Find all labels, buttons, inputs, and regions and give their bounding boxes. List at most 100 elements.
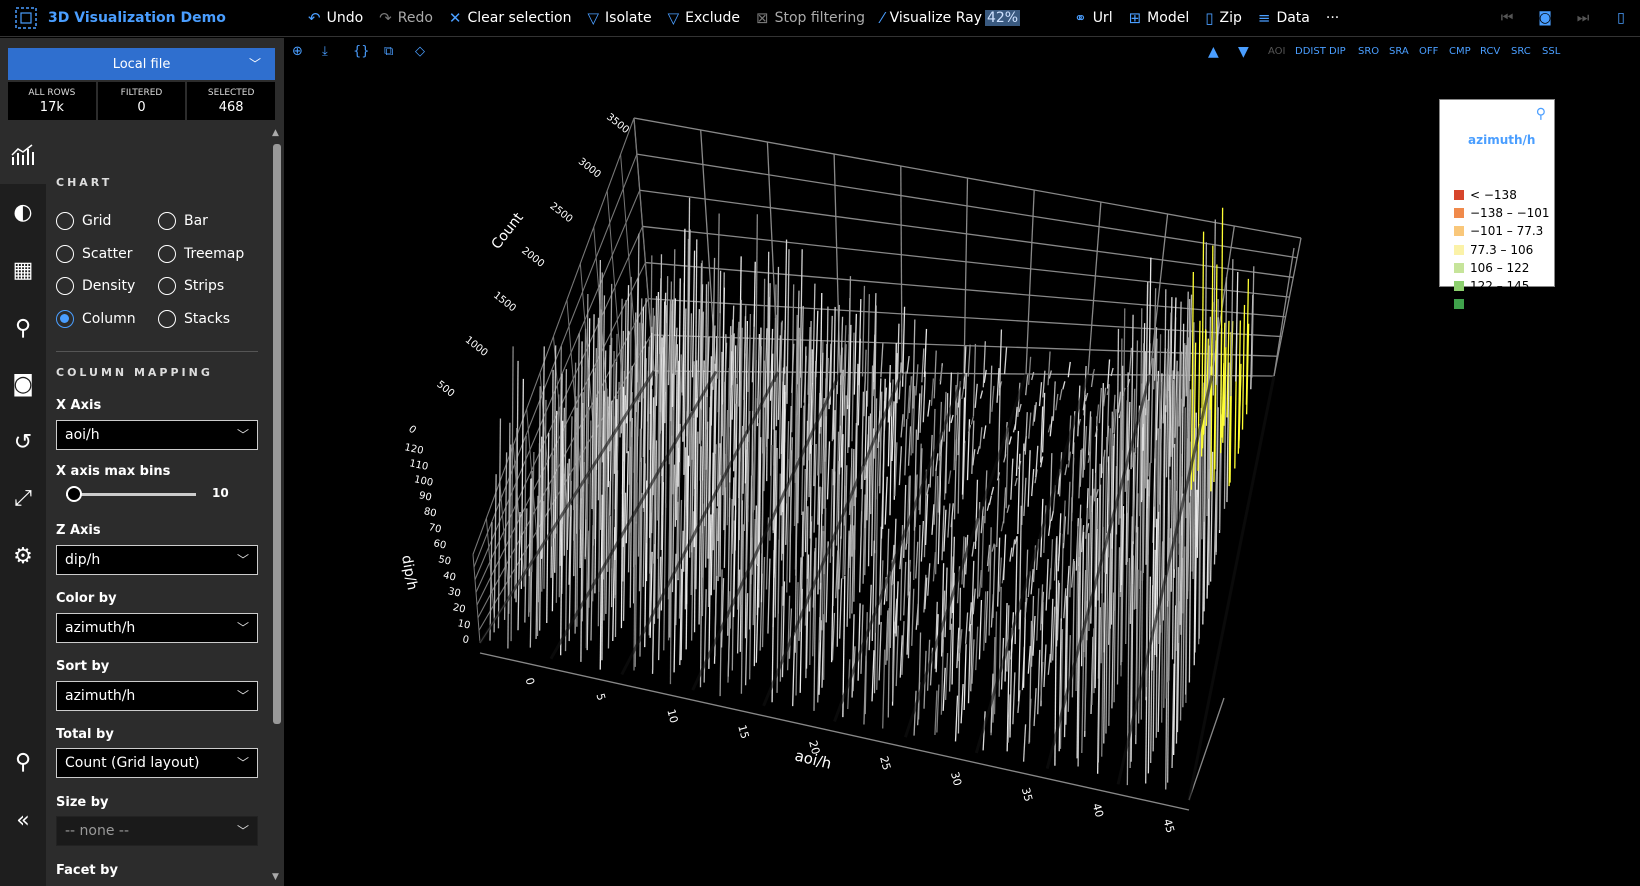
color-by-select[interactable]: azimuth/h ﹀: [56, 613, 258, 643]
visualize-ray-button[interactable]: ⁄ Visualize Ray 42%: [873, 0, 1028, 36]
data-column: [868, 584, 872, 651]
zip-button[interactable]: ▯ Zip: [1197, 0, 1250, 36]
more-button[interactable]: ···: [1318, 0, 1347, 36]
data-column: [907, 426, 912, 466]
dip-tick-label: 40: [442, 570, 457, 583]
view-mode-rcv[interactable]: RCV: [1480, 46, 1500, 57]
data-column: [1047, 653, 1051, 675]
z-axis-select[interactable]: dip/h ﹀: [56, 545, 258, 575]
chevron-down-icon: ﹀: [236, 824, 249, 838]
count-tick-label: 0: [406, 424, 418, 437]
data-column: [976, 445, 981, 455]
data-source-select[interactable]: Local file ﹀: [8, 48, 275, 80]
view-mode-sra[interactable]: SRA: [1389, 46, 1409, 57]
scrollbar-thumb[interactable]: [273, 144, 281, 724]
view-mode-src[interactable]: SRC: [1511, 46, 1531, 57]
chevron-down-icon: ﹀: [236, 621, 249, 635]
clear-selection-button[interactable]: ✕ Clear selection: [441, 0, 580, 36]
data-column: [1002, 487, 1007, 524]
connector-icon[interactable]: ⤢: [9, 484, 37, 512]
skip-back-icon[interactable]: ⏮: [1498, 10, 1516, 26]
pin-icon[interactable]: ⚲: [9, 748, 37, 776]
scroll-down-icon[interactable]: ▼: [272, 872, 279, 882]
view-mode-ssl[interactable]: SSL: [1542, 46, 1560, 57]
settings-scrollbar[interactable]: ▲ ▼: [270, 126, 284, 886]
undo-button[interactable]: ↶ Undo: [300, 0, 371, 36]
data-column: [1043, 644, 1047, 688]
size-by-value: -- none --: [65, 823, 130, 839]
sort-by-select[interactable]: azimuth/h ﹀: [56, 681, 258, 711]
x-bins-slider-track[interactable]: [66, 493, 196, 496]
x-bins-value: 10: [212, 486, 229, 500]
braces-icon[interactable]: {}: [353, 44, 370, 59]
skip-forward-icon[interactable]: ⏭: [1574, 10, 1592, 26]
chart-icon[interactable]: [0, 126, 46, 184]
data-column: [1022, 724, 1027, 762]
size-by-label: Size by: [56, 795, 109, 810]
column-mapping-title: COLUMN MAPPING: [56, 366, 213, 379]
gear-icon[interactable]: ⚙: [9, 542, 37, 570]
document-icon[interactable]: ▯: [1612, 10, 1630, 26]
model-button[interactable]: ⊞ Model: [1121, 0, 1198, 36]
stop-filtering-button[interactable]: ⊠ Stop filtering: [748, 0, 873, 36]
view-mode-cmp[interactable]: CMP: [1449, 46, 1471, 57]
data-label: Data: [1276, 10, 1310, 26]
chart-scene[interactable]: 051015202530354045aoi/h01020304050607080…: [284, 38, 1640, 886]
data-column: [846, 530, 850, 627]
view-mode-dip[interactable]: DIP: [1329, 46, 1346, 57]
redo-button[interactable]: ↷ Redo: [371, 0, 441, 36]
chart-type-scatter[interactable]: Scatter: [56, 245, 133, 263]
dip-tick-label: 100: [413, 474, 434, 489]
camera-icon[interactable]: ◙: [1536, 10, 1554, 26]
camera-icon[interactable]: ◙: [9, 370, 37, 398]
layers-icon[interactable]: ⧉: [384, 44, 393, 59]
chart-type-treemap[interactable]: Treemap: [158, 245, 244, 263]
chart-type-stacks[interactable]: Stacks: [158, 310, 230, 328]
grid-line: [472, 554, 481, 644]
3d-viewport[interactable]: 0 5 10 15 20 25 30 35 40 45 aoi/h 0 10 20 30 40 50 60 70 80…: [284, 38, 1640, 886]
legend-label: ≥ 145: [1470, 297, 1507, 312]
scroll-up-icon[interactable]: ▲: [272, 128, 279, 138]
chart-type-grid[interactable]: Grid: [56, 212, 111, 230]
history-icon[interactable]: ↺: [9, 428, 37, 456]
top-toolbar: 3D Visualization Demo ↶ Undo ↷ Redo ✕ Clear…: [0, 0, 1640, 37]
palette-icon[interactable]: ◐: [9, 198, 37, 226]
view-mode-sro[interactable]: SRO: [1358, 46, 1379, 57]
search-icon[interactable]: ⚲: [9, 314, 37, 342]
chart-type-density[interactable]: Density: [56, 277, 135, 295]
data-column: [911, 588, 915, 646]
gem-icon[interactable]: ◇: [415, 44, 425, 59]
data-column: [932, 552, 937, 582]
grid-icon: ⊞: [1128, 9, 1142, 27]
collapse-icon[interactable]: «: [9, 806, 37, 834]
pin-icon[interactable]: ⚲: [1536, 106, 1546, 122]
recenter-icon[interactable]: ⊕: [292, 44, 303, 59]
grid-line: [499, 481, 510, 598]
radio-label: Column: [82, 311, 136, 327]
data-column: [944, 653, 949, 700]
view-mode-ddist[interactable]: DDIST: [1295, 46, 1326, 57]
chart-type-strips[interactable]: Strips: [158, 277, 224, 295]
data-column: [1040, 406, 1044, 463]
exclude-button[interactable]: ▽ Exclude: [660, 0, 748, 36]
data-button[interactable]: ≡ Data: [1250, 0, 1318, 36]
view-up-icon[interactable]: ▲: [1208, 44, 1219, 60]
data-column: [1147, 576, 1151, 774]
chart-type-column[interactable]: Column: [56, 310, 136, 328]
isolate-button[interactable]: ▽ Isolate: [579, 0, 659, 36]
table-icon[interactable]: ▦: [9, 256, 37, 284]
view-down-icon[interactable]: ▼: [1238, 44, 1249, 60]
view-mode-aoi[interactable]: AOI: [1268, 46, 1286, 57]
view-mode-off[interactable]: OFF: [1419, 46, 1438, 57]
import-icon[interactable]: ⤓: [322, 44, 328, 59]
x-axis-select[interactable]: aoi/h ﹀: [56, 420, 258, 450]
size-by-select[interactable]: -- none -- ﹀: [56, 816, 258, 846]
url-button[interactable]: ⚭ Url: [1066, 0, 1120, 36]
x-tick-label: 25: [877, 755, 893, 772]
data-column: [1117, 391, 1122, 413]
row-stats: ALL ROWS 17k FILTERED 0 SELECTED 468: [8, 82, 276, 120]
count-tick-label: 1500: [491, 290, 518, 314]
x-bins-slider-thumb[interactable]: [66, 486, 82, 502]
chart-type-bar[interactable]: Bar: [158, 212, 208, 230]
total-by-select[interactable]: Count (Grid layout) ﹀: [56, 748, 258, 778]
